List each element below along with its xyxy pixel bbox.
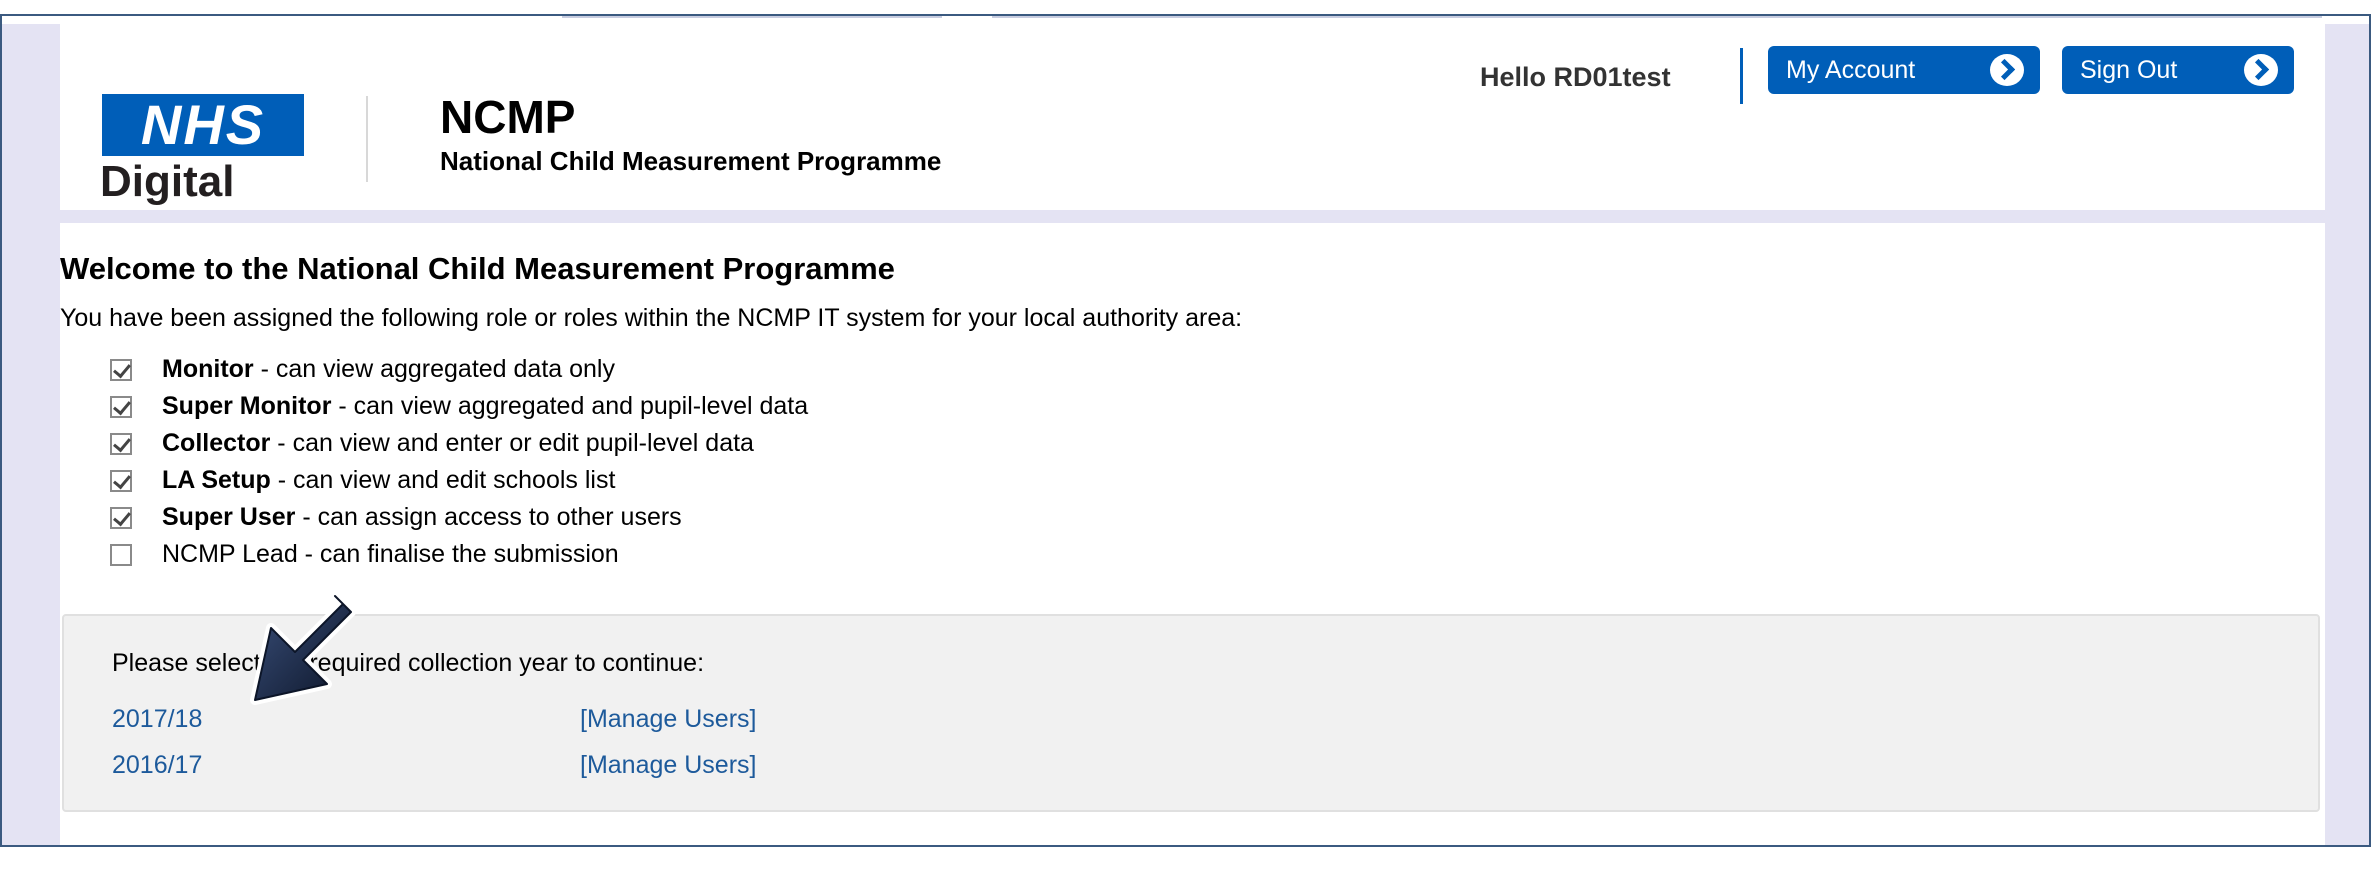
logo-subtitle: Digital bbox=[100, 157, 235, 206]
year-link-2016-17[interactable]: 2016/17 bbox=[112, 750, 202, 780]
arrow-down-left-svg bbox=[250, 591, 356, 705]
greeting-divider bbox=[1740, 48, 1743, 104]
role-name: Monitor bbox=[162, 355, 254, 383]
collection-year-prompt: Please select the required collection ye… bbox=[112, 649, 705, 677]
role-description: - can view aggregated data only bbox=[253, 355, 615, 383]
roles-list: Monitor - can view aggregated data only … bbox=[110, 351, 808, 573]
role-description: - can view and enter or edit pupil-level… bbox=[270, 429, 754, 457]
app-title: NCMP bbox=[440, 91, 576, 143]
role-item: Super Monitor - can view aggregated and … bbox=[110, 388, 808, 425]
screenshot-frame: NHS Digital NCMP National Child Measurem… bbox=[0, 14, 2371, 847]
manage-users-link[interactable]: [Manage Users] bbox=[580, 750, 756, 780]
welcome-title: Welcome to the National Child Measuremen… bbox=[60, 251, 895, 286]
role-item: NCMP Lead - can finalise the submission bbox=[110, 536, 808, 573]
strip-segment bbox=[992, 16, 2322, 18]
arrow-down-left-icon bbox=[227, 590, 367, 720]
role-description: - can finalise the submission bbox=[297, 540, 619, 568]
role-name: LA Setup bbox=[162, 466, 271, 494]
collection-year-panel: Please select the required collection ye… bbox=[62, 614, 2320, 812]
intro-text: You have been assigned the following rol… bbox=[60, 304, 1243, 332]
role-checkbox[interactable] bbox=[110, 544, 132, 566]
top-strip bbox=[2, 16, 2369, 24]
role-description: - can view aggregated and pupil-level da… bbox=[331, 392, 809, 420]
strip-segment bbox=[562, 16, 942, 18]
main-content: Welcome to the National Child Measuremen… bbox=[60, 223, 2325, 845]
role-checkbox[interactable] bbox=[110, 359, 132, 381]
role-item: LA Setup - can view and edit schools lis… bbox=[110, 462, 808, 499]
role-item: Collector - can view and enter or edit p… bbox=[110, 425, 808, 462]
role-item: Super User - can assign access to other … bbox=[110, 499, 808, 536]
role-checkbox[interactable] bbox=[110, 433, 132, 455]
chevron-right-icon bbox=[2244, 54, 2278, 86]
chevron-right-icon bbox=[1990, 54, 2024, 86]
role-checkbox[interactable] bbox=[110, 507, 132, 529]
role-description: - can assign access to other users bbox=[295, 503, 682, 531]
role-name: Collector bbox=[162, 429, 271, 457]
logo-divider bbox=[366, 96, 368, 182]
manage-users-link[interactable]: [Manage Users] bbox=[580, 704, 756, 734]
role-name: Super User bbox=[162, 503, 296, 531]
role-name: NCMP Lead bbox=[162, 540, 298, 568]
app-subtitle: National Child Measurement Programme bbox=[440, 146, 942, 176]
sign-out-label: Sign Out bbox=[2080, 56, 2178, 84]
my-account-label: My Account bbox=[1786, 56, 1916, 84]
role-item: Monitor - can view aggregated data only bbox=[110, 351, 808, 388]
nhs-logo-text: NHS bbox=[140, 93, 266, 156]
page-header: NHS Digital NCMP National Child Measurem… bbox=[60, 24, 2325, 210]
role-description: - can view and edit schools list bbox=[270, 466, 616, 494]
nhs-logo[interactable]: NHS bbox=[102, 94, 304, 156]
year-link-2017-18[interactable]: 2017/18 bbox=[112, 704, 202, 734]
user-greeting: Hello RD01test bbox=[1480, 62, 1671, 92]
role-name: Super Monitor bbox=[162, 392, 332, 420]
role-checkbox[interactable] bbox=[110, 470, 132, 492]
sign-out-button[interactable]: Sign Out bbox=[2062, 46, 2294, 94]
my-account-button[interactable]: My Account bbox=[1768, 46, 2040, 94]
role-checkbox[interactable] bbox=[110, 396, 132, 418]
